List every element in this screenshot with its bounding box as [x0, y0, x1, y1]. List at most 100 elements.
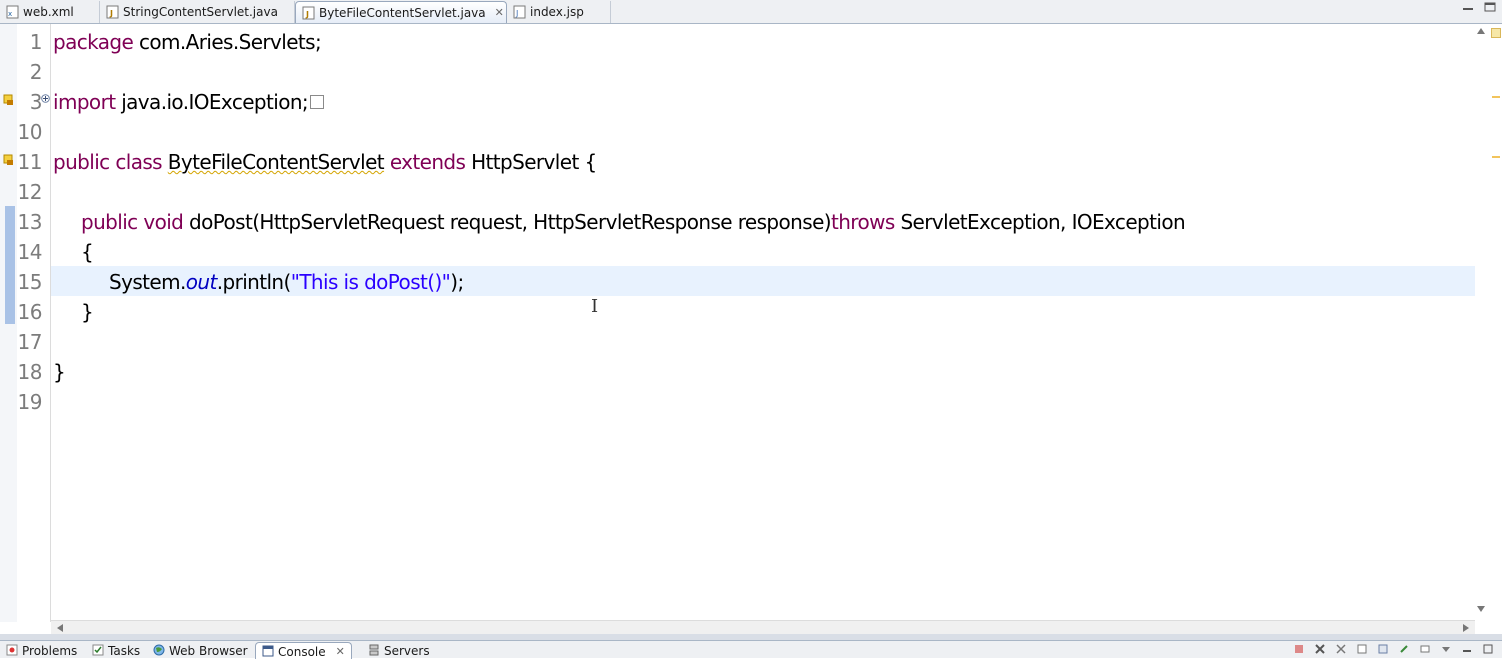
code-line-18: } [53, 360, 66, 384]
warning-icon [3, 94, 13, 105]
overview-warning-mark[interactable] [1492, 156, 1500, 158]
code-line-16: } [81, 300, 94, 324]
code-text: doPost(HttpServletRequest request, HttpS… [183, 210, 832, 234]
line-number: 12 [17, 180, 43, 204]
close-icon[interactable]: ✕ [336, 645, 345, 658]
tab-index-jsp[interactable]: J index.jsp [507, 1, 611, 23]
tab-label: index.jsp [530, 5, 584, 19]
console-icon [262, 645, 274, 657]
keyword: throws [830, 210, 895, 234]
tab-label: ByteFileContentServlet.java [319, 5, 486, 20]
keyword: void [143, 210, 184, 234]
tab-byte-file-content-servlet[interactable]: J ByteFileContentServlet.java ✕ [295, 1, 507, 23]
keyword: extends [389, 150, 466, 174]
scroll-lock-icon[interactable] [1377, 644, 1389, 656]
globe-icon [153, 644, 165, 656]
tab-console[interactable]: Console ✕ [255, 642, 352, 659]
overview-status-icon[interactable] [1491, 28, 1501, 38]
tab-tasks[interactable]: Tasks [86, 642, 146, 659]
line-number: 14 [17, 240, 43, 264]
svg-text:J: J [109, 9, 113, 18]
editor-window-controls [1462, 2, 1496, 15]
line-number: 18 [17, 360, 43, 384]
tab-label: web.xml [23, 5, 74, 19]
code-line-14: { [81, 240, 94, 264]
close-icon[interactable]: ✕ [495, 6, 504, 19]
pin-console-icon[interactable] [1398, 644, 1410, 656]
open-console-icon[interactable] [1440, 644, 1452, 656]
java-file-icon: J [302, 6, 315, 20]
java-file-icon: J [106, 5, 119, 19]
marker-strip [0, 24, 17, 622]
fold-expand-icon[interactable] [41, 94, 50, 103]
keyword: import [53, 90, 116, 114]
line-number: 19 [17, 390, 43, 414]
tab-web-browser[interactable]: Web Browser [147, 642, 254, 659]
tab-label: StringContentServlet.java [123, 5, 278, 19]
svg-text:x: x [8, 10, 12, 18]
line-number: 11 [17, 150, 43, 174]
display-console-icon[interactable] [1419, 644, 1431, 656]
code-editor[interactable]: 1 2 3 10 11 12 13 14 15 16 17 18 19 pack… [0, 24, 1502, 622]
clear-console-icon[interactable] [1356, 644, 1368, 656]
keyword: public [81, 210, 138, 234]
code-text: HttpServlet { [465, 150, 597, 174]
static-field: out [185, 270, 218, 294]
overview-ruler[interactable] [1475, 24, 1502, 622]
svg-text:J: J [305, 10, 309, 19]
tab-problems[interactable]: Problems [0, 642, 83, 659]
tab-label: Problems [22, 644, 78, 658]
string-literal: "This is doPost()" [290, 270, 451, 294]
maximize-icon[interactable] [1484, 2, 1496, 15]
line-number: 2 [29, 60, 43, 84]
line-number: 16 [17, 300, 43, 324]
scroll-up-icon [1477, 28, 1485, 34]
scroll-left-icon [57, 624, 63, 632]
editor-tab-bar: x web.xml J StringContentServlet.java J … [0, 0, 1502, 24]
problems-icon [6, 644, 18, 656]
code-text: com.Aries.Servlets; [133, 30, 322, 54]
code-text: ServletException, IOException [894, 210, 1186, 234]
line-number: 17 [17, 330, 43, 354]
line-number: 15 [17, 270, 43, 294]
code-text: System. [109, 270, 186, 294]
change-bar [5, 206, 15, 324]
tab-label: Console [278, 645, 326, 659]
tab-label: Tasks [108, 644, 141, 658]
maximize-icon[interactable] [1482, 644, 1494, 656]
warning-icon [3, 154, 13, 165]
terminate-icon[interactable] [1293, 644, 1305, 656]
line-number-gutter: 1 2 3 10 11 12 13 14 15 16 17 18 19 [17, 24, 51, 622]
tab-label: Servers [384, 644, 430, 658]
scroll-down-icon [1477, 606, 1485, 612]
scroll-right-icon [1463, 624, 1469, 632]
minimize-icon[interactable] [1461, 644, 1473, 656]
tab-web-xml[interactable]: x web.xml [0, 1, 100, 23]
svg-text:J: J [515, 9, 518, 18]
minimize-icon[interactable] [1462, 2, 1474, 15]
code-line-15: System.out.println("This is doPost()"); [109, 267, 464, 297]
tab-label: Web Browser [169, 644, 248, 658]
overview-warning-mark[interactable] [1492, 96, 1500, 98]
servers-icon [368, 644, 380, 656]
text-cursor-ibeam: I [591, 296, 599, 317]
line-number: 1 [29, 30, 43, 54]
code-line-3: import java.io.IOException; [53, 87, 325, 117]
vertical-scrollbar[interactable] [1475, 24, 1487, 622]
remove-all-icon[interactable] [1335, 644, 1347, 656]
remove-launch-icon[interactable] [1314, 644, 1326, 656]
keyword: package [53, 30, 134, 54]
code-line-1: package com.Aries.Servlets; [53, 27, 322, 57]
code-line-13: public void doPost(HttpServletRequest re… [81, 207, 1186, 237]
horizontal-scrollbar[interactable] [51, 620, 1475, 634]
line-number: 13 [17, 210, 43, 234]
tab-servers[interactable]: Servers [362, 642, 436, 659]
code-area[interactable]: package com.Aries.Servlets; import java.… [51, 24, 1475, 622]
collapsed-imports-box[interactable] [310, 94, 325, 109]
class-name: ByteFileContentServlet [167, 150, 385, 174]
code-text: .println( [216, 270, 292, 294]
tab-string-content-servlet[interactable]: J StringContentServlet.java [100, 1, 295, 23]
xml-file-icon: x [6, 5, 19, 19]
code-text: java.io.IOException; [115, 90, 309, 114]
keyword: public [53, 150, 110, 174]
